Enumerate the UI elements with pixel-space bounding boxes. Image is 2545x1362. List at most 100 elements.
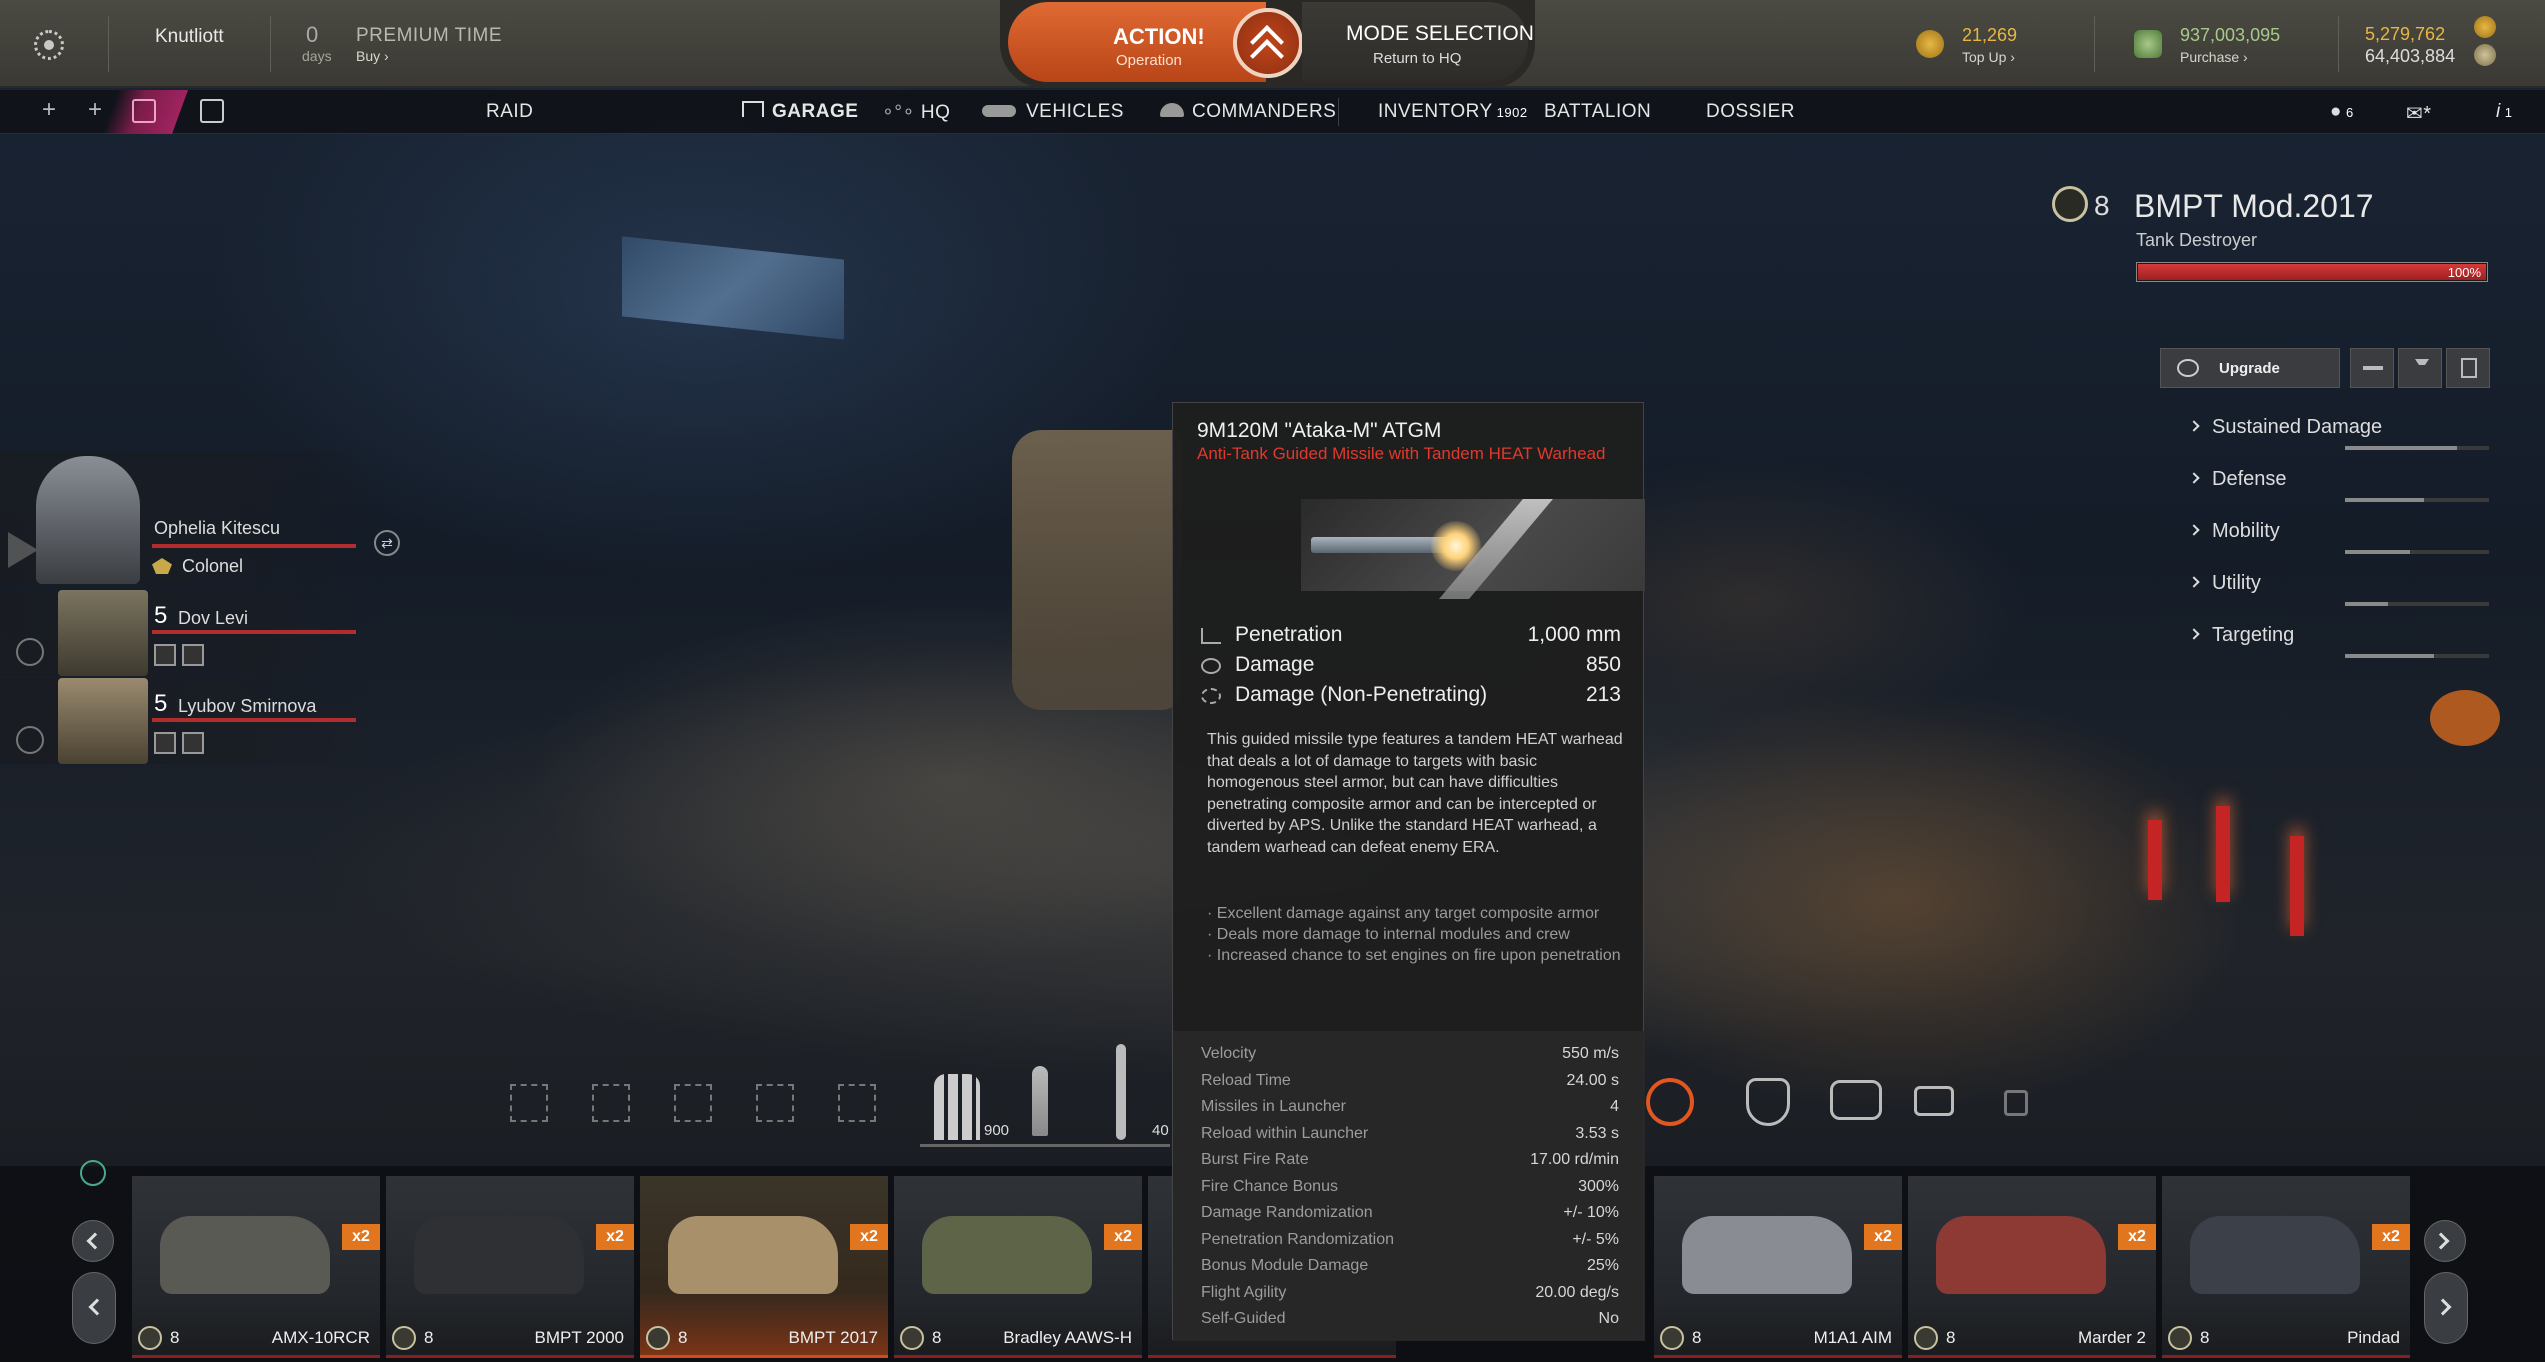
tier-icon	[392, 1326, 416, 1350]
credits-value: 937,003,095	[2180, 25, 2281, 45]
skill-slot[interactable]	[182, 732, 204, 754]
double-chevron-left-icon	[86, 1232, 104, 1250]
crew-member-driver[interactable]: 5 Dov Levi	[0, 590, 380, 676]
tooltip-bullet-list: · Excellent damage against any target co…	[1207, 903, 1627, 966]
info-icon: i	[2496, 101, 2501, 122]
info-card-button[interactable]	[2446, 348, 2490, 388]
gold-topup-link[interactable]: Top Up ›	[1962, 49, 2015, 65]
module-slot[interactable]	[592, 1084, 630, 1122]
skill-slot[interactable]	[182, 644, 204, 666]
top-bar: Knutliott 0 days PREMIUM TIME Buy › ACTI…	[0, 0, 2545, 88]
vehicle-thumbnail	[414, 1216, 584, 1294]
tier-icon	[900, 1326, 924, 1350]
battle-chevron-icon[interactable]	[1233, 8, 1303, 78]
nav-raid[interactable]: RAID	[486, 101, 533, 123]
premium-buy-label: Buy	[356, 48, 381, 64]
nav-battalion[interactable]: BATTALION	[1544, 101, 1651, 123]
xp-bonus-badge: x2	[2372, 1224, 2410, 1250]
event-icon[interactable]	[132, 99, 156, 123]
tier-icon	[1914, 1326, 1938, 1350]
filter-icon[interactable]	[80, 1160, 106, 1186]
nav-commanders[interactable]: COMMANDERS	[1160, 101, 1336, 123]
nav-inventory[interactable]: INVENTORY 1902	[1378, 101, 1528, 123]
skill-slot[interactable]	[154, 732, 176, 754]
missile-icon[interactable]	[1116, 1044, 1126, 1140]
crew-level: 5	[154, 602, 168, 629]
chevron-right-icon	[2188, 472, 2200, 484]
skill-slot[interactable]	[154, 644, 176, 666]
add-icon[interactable]: +	[42, 96, 57, 124]
spec-value: 4	[1610, 1098, 1619, 1115]
tier-icon	[2052, 186, 2088, 222]
garage-screen: Knutliott 0 days PREMIUM TIME Buy › ACTI…	[0, 0, 2545, 1362]
repair-button[interactable]	[2398, 348, 2442, 388]
armor-kit-icon[interactable]	[1746, 1078, 1790, 1126]
nav-garage[interactable]: GARAGE	[742, 101, 858, 123]
stat-bar-fill	[2345, 602, 2389, 606]
spec-label: Penetration Randomization	[1201, 1230, 1395, 1248]
vehicle-hp-bar: 100%	[2136, 262, 2488, 282]
turret	[228, 1238, 318, 1278]
crew-member-commander[interactable]: Ophelia Kitescu Colonel ⇄	[0, 452, 400, 586]
hammer-icon	[2415, 359, 2429, 379]
tooltip-description: This guided missile type features a tand…	[1207, 731, 1623, 856]
chevron-right-icon	[2188, 524, 2200, 536]
module-slot[interactable]	[510, 1084, 548, 1122]
swap-icon[interactable]: ⇄	[374, 530, 400, 556]
shell-icon[interactable]	[1032, 1066, 1048, 1136]
battle-button-group: ACTION! Operation MODE SELECTION Return …	[1000, 0, 1535, 88]
upgrade-button[interactable]: Upgrade	[2160, 348, 2340, 388]
nav-dossier[interactable]: DOSSIER	[1706, 101, 1795, 123]
ability-orange-icon[interactable]	[1646, 1078, 1694, 1126]
crew-name: Lyubov Smirnova	[178, 696, 317, 716]
mode-selection-title: MODE SELECTION	[1346, 22, 1534, 45]
nav-vehicles[interactable]: VEHICLES	[982, 101, 1124, 123]
ammo-selection-underline	[920, 1144, 1170, 1147]
action-button[interactable]: ACTION! Operation	[1008, 2, 1266, 82]
turret	[2004, 1238, 2094, 1278]
vehicle-card[interactable]: x2 8 AMX-10RCR	[132, 1176, 380, 1358]
tooltip-stat-label: Penetration	[1235, 623, 1343, 646]
username[interactable]: Knutliott	[155, 26, 224, 48]
friends-button[interactable]: ● 6	[2330, 101, 2354, 123]
camera-icon[interactable]	[1914, 1086, 1954, 1116]
premium-buy-link[interactable]: Buy ›	[356, 48, 389, 64]
spec-value: 300%	[1578, 1177, 1619, 1195]
nav-commanders-label: COMMANDERS	[1192, 101, 1337, 122]
carousel-forward-button[interactable]	[2424, 1220, 2466, 1262]
carousel-prev-button[interactable]	[72, 1272, 116, 1344]
vehicle-card[interactable]: x2 8 Bradley AAWS-H	[894, 1176, 1142, 1358]
credits-purchase-link[interactable]: Purchase ›	[2180, 49, 2248, 65]
premium-time-title: PREMIUM TIME	[356, 25, 503, 46]
module-slot[interactable]	[756, 1084, 794, 1122]
chat-icon[interactable]: ✉*	[2406, 101, 2432, 126]
notifications-button[interactable]: i1	[2496, 101, 2512, 123]
repair-kit-icon[interactable]	[1830, 1080, 1882, 1120]
module-slot[interactable]	[674, 1084, 712, 1122]
ammo-shells-icon[interactable]	[934, 1074, 980, 1140]
settings-gear-icon[interactable]	[34, 30, 64, 60]
spec-value: 3.53 s	[1575, 1124, 1619, 1142]
crew-rank: Colonel	[182, 556, 244, 576]
document-icon	[2461, 358, 2477, 378]
xp-icon	[2474, 16, 2496, 38]
module-slot[interactable]	[838, 1084, 876, 1122]
card-tier: 8	[678, 1328, 688, 1347]
nav-hq[interactable]: ∘°∘ HQ	[882, 101, 950, 124]
carousel-rewind-button[interactable]	[72, 1220, 114, 1262]
carousel-next-button[interactable]	[2424, 1272, 2468, 1344]
add-icon[interactable]: +	[88, 96, 103, 124]
customize-button[interactable]	[2350, 348, 2394, 388]
vehicle-card[interactable]: x2 8 M1A1 AIM	[1654, 1176, 1902, 1358]
tank-icon	[982, 105, 1016, 117]
vehicle-card[interactable]: x2 8 Pindad	[2162, 1176, 2410, 1358]
card-tier: 8	[170, 1328, 180, 1347]
vehicle-card[interactable]: x2 8 Marder 2	[1908, 1176, 2156, 1358]
vehicle-card[interactable]: x2 8 BMPT 2000	[386, 1176, 634, 1358]
crew-member-gunner[interactable]: 5 Lyubov Smirnova	[0, 678, 380, 764]
divider	[270, 16, 271, 72]
vehicle-card-selected[interactable]: x2 8 BMPT 2017	[640, 1176, 888, 1358]
chevron-left-icon	[88, 1298, 106, 1316]
lock-box-icon[interactable]	[200, 99, 224, 123]
nav-hq-label: HQ	[920, 102, 951, 123]
